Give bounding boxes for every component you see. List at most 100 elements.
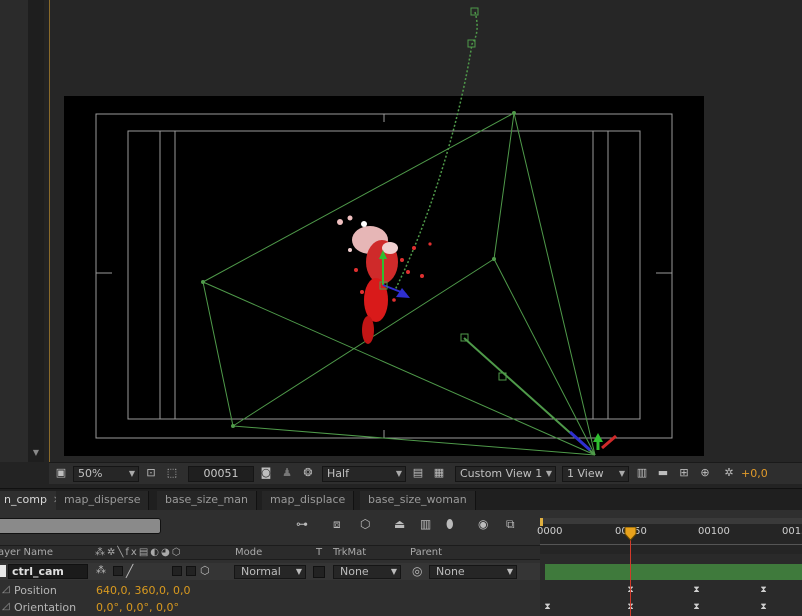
scroll-down-arrow-icon[interactable]: ▼	[30, 448, 42, 458]
trkmat-value: None	[340, 565, 369, 578]
toggle-pixel-aspect-icon[interactable]: ▥	[635, 466, 649, 480]
fast-preview-icon[interactable]: ▤	[411, 466, 425, 480]
tab-label: base_size_woman	[368, 493, 467, 506]
project-scrollbar[interactable]	[28, 0, 44, 462]
pickwhip-icon[interactable]: ◎	[412, 564, 422, 578]
tab-label: base_size_man	[165, 493, 248, 506]
keyframe-icon[interactable]: ⧗	[543, 603, 552, 612]
hide-shy-layers-icon[interactable]: ⏏	[394, 517, 405, 535]
position-property-row[interactable]: ◿ Position 640,0, 360,0, 0,0	[0, 582, 540, 599]
parent-dropdown[interactable]: None ▼	[429, 565, 517, 579]
timeline-panel: ⊶ ⧈ ⬡ ⏏ ▥ ⬮ ◉ ⧉ 0000 00050 00100 0015 ay…	[0, 510, 802, 616]
layer-search-input[interactable]	[0, 518, 161, 534]
snapshot-icon[interactable]: ◙	[259, 466, 273, 480]
magnification-value: 50%	[78, 467, 103, 480]
work-area-bar[interactable]	[540, 518, 802, 524]
blend-mode-value: Normal	[241, 565, 281, 578]
chevron-down-icon: ▼	[390, 567, 397, 576]
current-time-indicator-head[interactable]	[624, 527, 637, 541]
composition-viewer[interactable]	[49, 0, 802, 462]
stopwatch-icon[interactable]: ◿	[2, 601, 10, 612]
tab-map-displace[interactable]: map_displace	[262, 491, 355, 511]
motion-blur-switch[interactable]	[172, 566, 182, 576]
region-of-interest-icon[interactable]: ⊡	[144, 466, 158, 480]
keyframe-icon[interactable]: ⧗	[692, 603, 701, 612]
t-header[interactable]: T	[316, 547, 322, 558]
layer-duration-bar[interactable]	[545, 564, 802, 580]
ruler-label: 00100	[698, 526, 730, 537]
timeline-tab-bar: n_comp✕ map_disperse base_size_man map_d…	[0, 488, 802, 511]
tab-base-size-woman[interactable]: base_size_woman	[360, 491, 476, 511]
chevron-down-icon: ▼	[545, 469, 552, 478]
chevron-down-icon: ▼	[618, 469, 625, 478]
property-label: Position	[14, 584, 57, 597]
comp-mini-flowchart-icon[interactable]: ⊶	[296, 517, 308, 535]
preserve-transparency-switch[interactable]	[313, 566, 325, 578]
live-update-icon[interactable]: ⧈	[333, 517, 341, 535]
layer-label-color[interactable]	[0, 565, 6, 577]
after-effects-window: ▼ ▣ 50% ▼ ⊡ ⬚ 00051 ◙ ♟ ❂ Half ▼ ▤ ▦ Cus…	[0, 0, 802, 616]
current-time-field[interactable]: 00051	[188, 466, 254, 482]
chevron-down-icon: ▼	[128, 469, 135, 478]
graph-editor-icon[interactable]: ⧉	[506, 517, 515, 535]
show-snapshot-icon[interactable]: ♟	[280, 466, 294, 480]
3d-view-dropdown[interactable]: Custom View 1 ▼	[455, 466, 556, 482]
draft-3d-icon[interactable]: ⬡	[360, 517, 370, 535]
flowchart-icon[interactable]: ⊕	[698, 466, 712, 480]
stopwatch-icon[interactable]: ◿	[2, 584, 10, 595]
orientation-value[interactable]: 0,0°, 0,0°, 0,0°	[96, 601, 179, 614]
parent-header[interactable]: Parent	[410, 547, 442, 558]
always-preview-icon[interactable]: ▣	[54, 466, 68, 480]
orientation-property-row[interactable]: ◿ Orientation 0,0°, 0,0°, 0,0°	[0, 599, 540, 616]
timeline-icon[interactable]: ▬	[656, 466, 670, 480]
time-ruler[interactable]: 0000 00050 00100 0015	[537, 518, 802, 554]
tab-label: n_comp	[4, 493, 47, 506]
tab-label: map_disperse	[64, 493, 141, 506]
transparency-grid-icon[interactable]: ⬚	[165, 466, 179, 480]
blend-mode-dropdown[interactable]: Normal ▼	[234, 565, 306, 579]
ruler-label: 0000	[537, 526, 563, 537]
view-layout-dropdown[interactable]: 1 View ▼	[562, 466, 629, 482]
chevron-down-icon: ▼	[506, 567, 513, 576]
magnification-dropdown[interactable]: 50% ▼	[73, 466, 139, 482]
path-keyframe-point[interactable]	[470, 7, 479, 16]
project-panel: ▼	[0, 0, 44, 462]
work-area-start-handle[interactable]	[540, 518, 543, 526]
shy-switch-icon[interactable]: ⁂	[96, 565, 106, 576]
exposure-value[interactable]: +0,0	[741, 467, 768, 483]
comp-flowchart-icon[interactable]: ⊞	[677, 466, 691, 480]
chevron-down-icon: ▼	[295, 567, 302, 576]
quality-slash-icon[interactable]: ╱	[126, 564, 133, 578]
brainstorm-icon[interactable]: ◉	[478, 517, 488, 535]
keyframe-icon[interactable]: ⧗	[759, 603, 768, 612]
current-time-indicator-line[interactable]	[630, 530, 631, 616]
keyframe-icon[interactable]: ⧗	[692, 586, 701, 595]
quality-switch[interactable]	[113, 566, 123, 576]
resolution-dropdown[interactable]: Half ▼	[322, 466, 406, 482]
keyframe-icon[interactable]: ⧗	[759, 586, 768, 595]
3d-layer-icon[interactable]: ⬡	[200, 564, 210, 577]
tab-base-size-man[interactable]: base_size_man	[157, 491, 257, 511]
trkmat-header[interactable]: TrkMat	[333, 547, 366, 558]
trkmat-dropdown[interactable]: None ▼	[333, 565, 401, 579]
tab-map-disperse[interactable]: map_disperse	[56, 491, 150, 511]
layer-name-field[interactable]: ctrl_cam	[8, 564, 88, 579]
adjustment-switch[interactable]	[186, 566, 196, 576]
frame-blending-icon[interactable]: ▥	[420, 517, 431, 535]
3d-view-value: Custom View 1	[460, 467, 543, 480]
layer-row[interactable]: ctrl_cam ⁂ ╱ ⬡ Normal ▼ None ▼ ◎ None ▼	[0, 563, 540, 580]
view-layout-value: 1 View	[567, 467, 604, 480]
viewer-canvas	[64, 7, 704, 456]
parent-value: None	[436, 565, 465, 578]
mode-header[interactable]: Mode	[235, 547, 262, 558]
position-value[interactable]: 640,0, 360,0, 0,0	[96, 584, 190, 597]
motion-blur-icon[interactable]: ⬮	[446, 517, 454, 535]
chevron-down-icon: ▼	[395, 469, 402, 478]
property-label: Orientation	[14, 601, 77, 614]
layer-name-header[interactable]: ayer Name	[0, 547, 53, 558]
checkerboard-icon[interactable]: ▦	[432, 466, 446, 480]
viewer-toolbar: ▣ 50% ▼ ⊡ ⬚ 00051 ◙ ♟ ❂ Half ▼ ▤ ▦ Custo…	[49, 462, 802, 484]
reset-exposure-icon[interactable]: ✲	[722, 466, 736, 480]
switches-header-icons: ⁂✲╲fx▤◐◕⬡	[95, 547, 183, 558]
rgb-channel-icon[interactable]: ❂	[301, 466, 315, 480]
